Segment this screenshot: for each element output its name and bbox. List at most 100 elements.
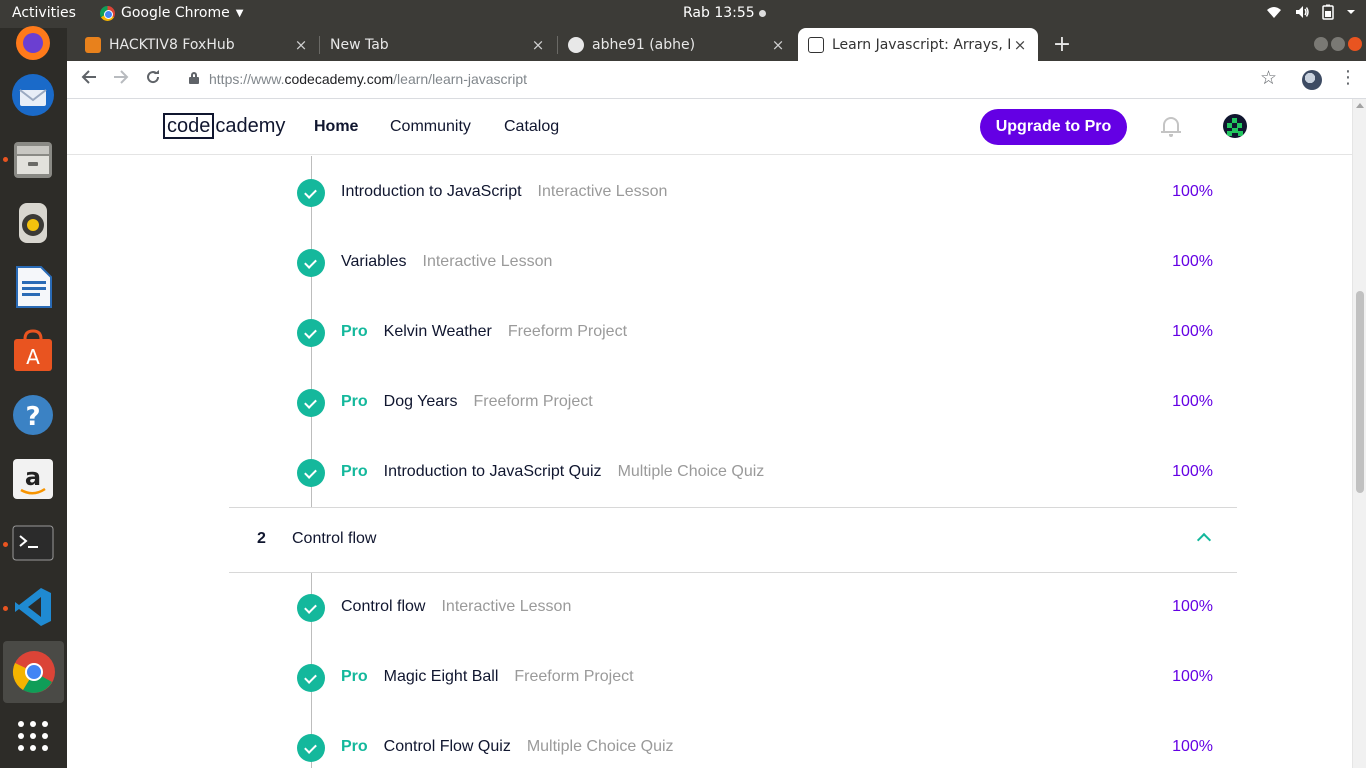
lesson-text: Control flow Interactive Lesson — [341, 598, 571, 616]
more-menu-icon[interactable]: ⋮ — [1339, 67, 1357, 88]
writer-icon[interactable] — [10, 264, 56, 310]
codecademy-logo[interactable]: code cademy — [163, 113, 285, 139]
tab-title: abhe91 (abhe) — [592, 36, 696, 53]
nav-home[interactable]: Home — [314, 118, 358, 136]
close-tab-icon[interactable]: × — [528, 36, 548, 54]
lesson-row[interactable]: Pro Kelvin Weather Freeform Project 100% — [297, 318, 1217, 348]
tab-new-tab[interactable]: New Tab × — [320, 28, 556, 61]
volume-icon — [1296, 6, 1309, 18]
complete-check-icon — [297, 594, 325, 622]
svg-text:?: ? — [25, 402, 40, 432]
app-menu[interactable]: Google Chrome ▼ — [100, 5, 243, 21]
complete-check-icon — [297, 734, 325, 762]
activities-button[interactable]: Activities — [12, 5, 76, 21]
lesson-progress: 100% — [1172, 598, 1213, 615]
page-scrollbar[interactable] — [1352, 99, 1366, 768]
files-icon[interactable] — [10, 136, 56, 182]
svg-text:a: a — [25, 463, 41, 491]
lock-icon[interactable] — [189, 72, 199, 84]
tab-hacktiv8[interactable]: HACKTIV8 FoxHub × — [75, 28, 319, 61]
amazon-icon[interactable]: a — [10, 456, 56, 502]
chevron-up-icon[interactable] — [1196, 532, 1212, 548]
tab-codecademy[interactable]: Learn Javascript: Arrays, L × — [798, 28, 1038, 61]
new-tab-button[interactable]: + — [1050, 32, 1074, 57]
url-host: codecademy.com — [284, 71, 394, 87]
window-controls — [1314, 37, 1362, 51]
lesson-row[interactable]: Pro Magic Eight Ball Freeform Project 100% — [297, 663, 1217, 693]
profile-avatar[interactable] — [1302, 70, 1322, 90]
lesson-row[interactable]: Pro Control Flow Quiz Multiple Choice Quiz… — [297, 733, 1217, 763]
pro-badge: Pro — [341, 668, 368, 685]
lesson-name: Dog Years — [383, 393, 458, 410]
upgrade-to-pro-button[interactable]: Upgrade to Pro — [980, 109, 1127, 145]
browser-toolbar: https://www.codecademy.com/learn/learn-j… — [67, 61, 1366, 99]
clock[interactable]: Rab 13:55 — [683, 5, 766, 21]
lesson-row[interactable]: Introduction to JavaScript Interactive Le… — [297, 178, 1217, 208]
help-icon[interactable]: ? — [10, 392, 56, 438]
maximize-icon[interactable] — [1331, 37, 1345, 51]
system-menu-chevron-icon — [1347, 10, 1355, 14]
vscode-icon[interactable] — [10, 584, 56, 630]
scroll-up-arrow-icon[interactable] — [1356, 103, 1364, 108]
software-center-icon[interactable]: A — [10, 328, 56, 374]
url-scheme: https://www. — [209, 71, 285, 87]
reload-button[interactable] — [140, 67, 166, 93]
lesson-progress: 100% — [1172, 183, 1213, 200]
complete-check-icon — [297, 459, 325, 487]
lesson-type: Multiple Choice Quiz — [526, 738, 674, 755]
bookmark-star-icon[interactable]: ☆ — [1260, 67, 1277, 89]
codecademy-favicon-icon — [808, 36, 824, 53]
complete-check-icon — [297, 389, 325, 417]
rhythmbox-icon[interactable] — [10, 200, 56, 246]
tab-github[interactable]: abhe91 (abhe) × — [558, 28, 796, 61]
lesson-progress: 100% — [1172, 323, 1213, 340]
show-apps-icon[interactable] — [10, 713, 56, 759]
section-header[interactable]: 2 Control flow — [229, 508, 1237, 572]
tab-title: Learn Javascript: Arrays, L — [832, 36, 1010, 53]
lesson-text: Pro Kelvin Weather Freeform Project — [341, 323, 627, 341]
section-number: 2 — [257, 530, 266, 547]
lesson-text: Introduction to JavaScript Interactive Le… — [341, 183, 667, 201]
section-divider — [229, 572, 1237, 573]
notification-bell-icon[interactable] — [1161, 116, 1181, 138]
lesson-name: Control flow — [341, 598, 426, 615]
lesson-progress: 100% — [1172, 668, 1213, 685]
forward-button[interactable] — [108, 67, 134, 93]
dock: A ? a — [0, 26, 67, 768]
back-button[interactable] — [76, 67, 102, 93]
close-window-icon[interactable] — [1348, 37, 1362, 51]
lesson-type: Interactive Lesson — [537, 183, 668, 200]
lesson-row[interactable]: Variables Interactive Lesson 100% — [297, 248, 1217, 278]
lesson-progress: 100% — [1172, 463, 1213, 480]
minimize-icon[interactable] — [1314, 37, 1328, 51]
firefox-icon[interactable] — [10, 24, 56, 70]
lesson-text: Variables Interactive Lesson — [341, 253, 552, 271]
reload-icon — [147, 70, 160, 84]
address-bar[interactable]: https://www.codecademy.com/learn/learn-j… — [209, 71, 527, 87]
lesson-row[interactable]: Pro Dog Years Freeform Project 100% — [297, 388, 1217, 418]
logo-box-text: code — [163, 113, 215, 139]
chrome-icon[interactable] — [3, 641, 64, 703]
lesson-name: Introduction to JavaScript — [341, 183, 522, 200]
arrow-left-icon — [81, 70, 96, 84]
lesson-text: Pro Magic Eight Ball Freeform Project — [341, 668, 634, 686]
nav-community[interactable]: Community — [390, 118, 471, 136]
close-tab-icon[interactable]: × — [768, 36, 788, 54]
close-tab-icon[interactable]: × — [1010, 36, 1030, 54]
running-indicator — [3, 157, 8, 162]
scrollbar-thumb[interactable] — [1356, 291, 1364, 493]
nav-catalog[interactable]: Catalog — [504, 118, 559, 136]
lesson-row[interactable]: Pro Introduction to JavaScript Quiz Multip… — [297, 458, 1217, 488]
lesson-name: Kelvin Weather — [383, 323, 492, 340]
system-tray[interactable] — [1266, 4, 1356, 20]
lesson-name: Variables — [341, 253, 407, 270]
user-avatar[interactable] — [1223, 114, 1247, 138]
complete-check-icon — [297, 664, 325, 692]
terminal-icon[interactable] — [10, 520, 56, 566]
lesson-name: Magic Eight Ball — [383, 668, 499, 685]
close-tab-icon[interactable]: × — [291, 36, 311, 54]
thunderbird-icon[interactable] — [10, 72, 56, 118]
lesson-row[interactable]: Control flow Interactive Lesson 100% — [297, 593, 1217, 623]
battery-icon — [1322, 4, 1334, 20]
lesson-type: Interactive Lesson — [422, 253, 553, 270]
